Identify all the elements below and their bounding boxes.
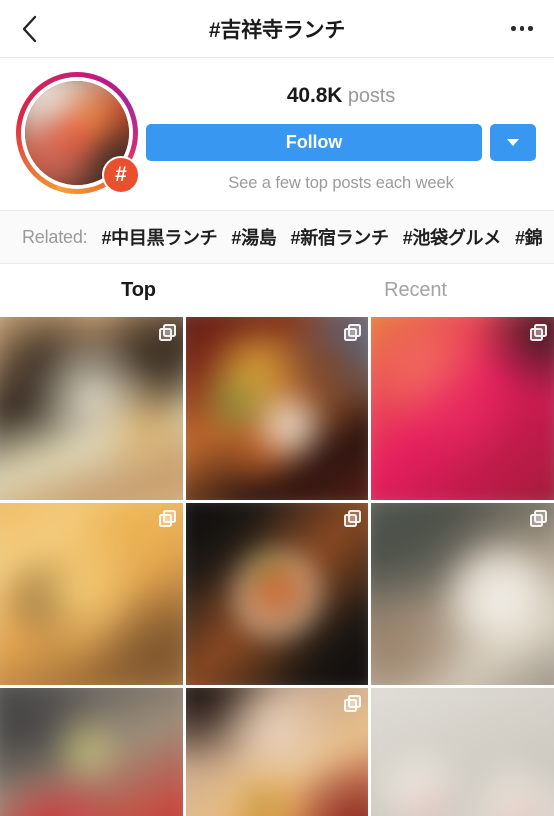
post-count-value: 40.8K <box>286 84 343 107</box>
related-label: Related: <box>22 226 88 247</box>
post-thumbnail <box>0 688 183 816</box>
related-tag-3[interactable]: #新宿ランチ <box>291 224 390 250</box>
follow-button[interactable]: Follow <box>146 124 482 161</box>
multi-post-icon <box>158 509 176 527</box>
follow-subtitle: See a few top posts each week <box>228 174 454 192</box>
post-tile-3[interactable] <box>371 317 554 500</box>
related-tag-1[interactable]: #中目黒ランチ <box>101 224 217 250</box>
profile-info: 40.8K posts Follow See a few top posts e… <box>138 72 538 193</box>
hashtag-profile-header: # 40.8K posts Follow See a few top posts… <box>0 58 554 210</box>
chevron-left-icon <box>21 15 38 43</box>
post-count-label: posts <box>347 85 396 107</box>
back-button[interactable] <box>0 0 58 58</box>
post-tile-2[interactable] <box>185 317 369 500</box>
post-thumbnail <box>185 317 369 500</box>
related-tag-2[interactable]: #湯島 <box>231 224 276 250</box>
hashtag-badge-icon: # <box>102 156 140 194</box>
instagram-hashtag-page: #吉祥寺ランチ # 40.8K posts Follow See a few t… <box>0 0 554 816</box>
tab-bar: Top Recent <box>0 264 554 317</box>
post-tile-5[interactable] <box>185 502 369 686</box>
post-tile-4[interactable] <box>0 502 183 686</box>
navbar: #吉祥寺ランチ <box>0 0 554 58</box>
post-thumbnail <box>371 502 554 686</box>
follow-options-button[interactable] <box>490 124 536 161</box>
post-tile-7[interactable] <box>0 688 183 816</box>
post-thumbnail <box>0 317 183 500</box>
post-thumbnail <box>371 317 554 500</box>
post-tile-9[interactable] <box>371 688 554 816</box>
related-tag-4[interactable]: #池袋グルメ <box>403 224 502 250</box>
post-thumbnail <box>185 688 369 816</box>
post-tile-1[interactable] <box>0 317 183 500</box>
multi-post-icon <box>530 509 547 527</box>
multi-post-icon <box>344 695 362 713</box>
chevron-down-icon <box>507 139 519 146</box>
page-title: #吉祥寺ランチ <box>208 18 346 42</box>
multi-post-icon <box>530 324 547 341</box>
ellipsis-icon <box>511 26 533 31</box>
multi-post-icon <box>158 324 176 341</box>
related-hashtags-row[interactable]: Related: #中目黒ランチ #湯島 #新宿ランチ #池袋グルメ #錦 <box>0 210 554 264</box>
post-thumbnail <box>371 688 554 816</box>
multi-post-icon <box>344 324 362 341</box>
multi-post-icon <box>344 509 362 527</box>
post-tile-6[interactable] <box>371 502 554 686</box>
post-tile-8[interactable] <box>185 688 369 816</box>
post-grid <box>0 317 554 816</box>
tab-top[interactable]: Top <box>0 264 277 317</box>
related-tag-5[interactable]: #錦 <box>515 224 543 250</box>
follow-row: Follow <box>144 124 538 161</box>
more-options-button[interactable] <box>496 0 554 58</box>
post-thumbnail <box>0 502 183 686</box>
post-count: 40.8K posts <box>287 84 395 108</box>
post-thumbnail <box>185 502 369 686</box>
tab-recent[interactable]: Recent <box>277 264 554 317</box>
avatar[interactable]: # <box>16 72 140 194</box>
